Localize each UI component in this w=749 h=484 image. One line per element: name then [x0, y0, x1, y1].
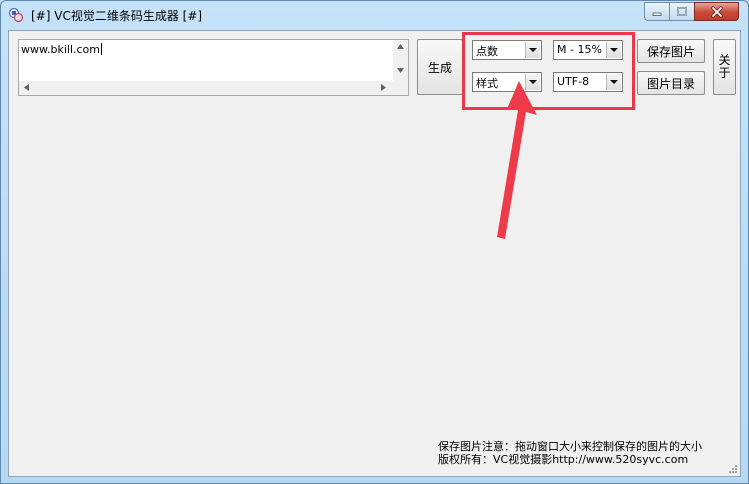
horizontal-scrollbar[interactable] — [19, 81, 393, 95]
scroll-corner — [393, 81, 408, 95]
title-bar[interactable]: [#] VC视觉二维条码生成器 [#] — [1, 1, 748, 29]
encoding-select[interactable]: UTF-8 — [553, 72, 623, 92]
maximize-button[interactable] — [669, 2, 695, 21]
window-title: [#] VC视觉二维条码生成器 [#] — [31, 9, 203, 23]
chevron-down-icon[interactable] — [606, 74, 621, 90]
save-image-button[interactable]: 保存图片 — [637, 39, 705, 63]
scroll-left-icon — [24, 84, 29, 91]
client-area: www.bkill.com 生成 点数 M - 15% 样式 UTF-8 保存图… — [8, 30, 741, 477]
close-icon — [710, 5, 723, 18]
qr-app-icon — [8, 7, 24, 23]
chevron-down-icon[interactable] — [525, 42, 540, 58]
error-correction-select[interactable]: M - 15% — [553, 40, 623, 60]
copyright-text: 版权所有：VC视觉摄影http://www.520syvc.com — [438, 453, 689, 466]
footer-notes: 保存图片注意：拖动窗口大小来控制保存的图片的大小 版权所有：VC视觉摄影http… — [438, 440, 702, 466]
generate-button[interactable]: 生成 — [417, 39, 463, 95]
vertical-scrollbar[interactable] — [393, 40, 408, 81]
dots-select-value: 点数 — [476, 45, 498, 58]
about-button[interactable]: 关 于 — [713, 39, 736, 95]
scroll-up-icon — [397, 44, 404, 49]
chevron-down-icon[interactable] — [525, 74, 540, 90]
scroll-right-icon — [381, 84, 386, 91]
scroll-down-icon — [397, 68, 404, 73]
encoding-select-value: UTF-8 — [557, 75, 590, 88]
annotation-arrow-icon — [497, 81, 537, 239]
minimize-button[interactable] — [644, 2, 670, 21]
style-select[interactable]: 样式 — [472, 72, 542, 92]
chevron-down-icon[interactable] — [606, 42, 621, 58]
error-correction-value: M - 15% — [557, 43, 602, 56]
app-window: [#] VC视觉二维条码生成器 [#] www.bkill.com 生成 点数 … — [0, 0, 749, 484]
style-select-value: 样式 — [476, 77, 498, 90]
url-input[interactable]: www.bkill.com — [18, 39, 409, 96]
maximize-icon — [677, 6, 687, 16]
save-image-note: 保存图片注意：拖动窗口大小来控制保存的图片的大小 — [438, 440, 702, 453]
minimize-icon — [652, 12, 662, 16]
close-button[interactable] — [694, 2, 739, 21]
image-directory-button[interactable]: 图片目录 — [637, 71, 705, 95]
about-label-char: 于 — [718, 66, 731, 80]
url-input-value: www.bkill.com — [21, 43, 102, 56]
resize-grip-icon[interactable] — [728, 464, 738, 474]
dots-select[interactable]: 点数 — [472, 40, 542, 60]
